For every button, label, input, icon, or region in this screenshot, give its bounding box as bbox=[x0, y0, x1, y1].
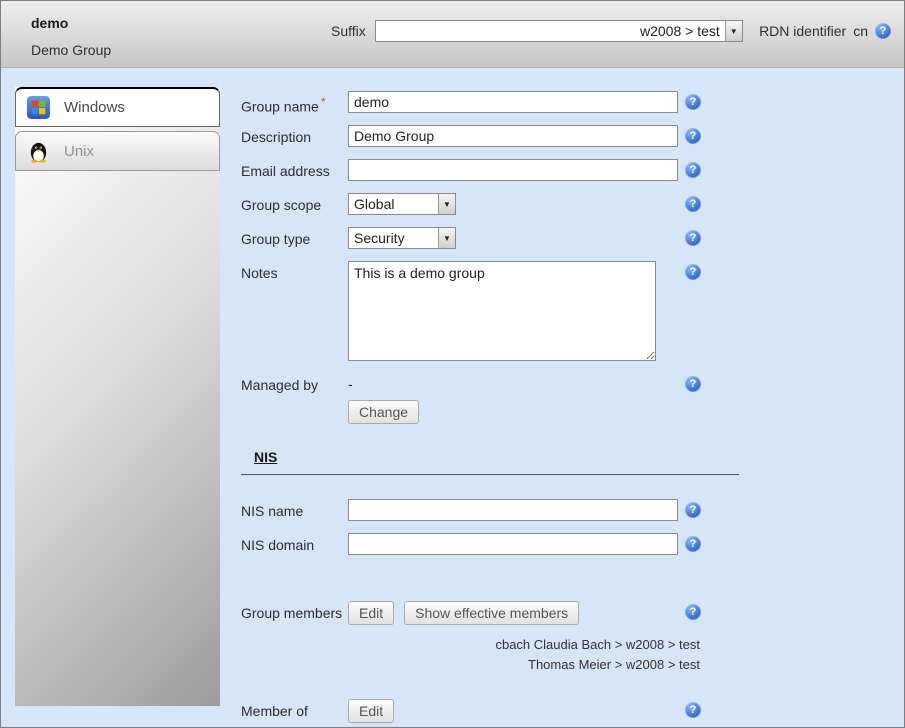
chevron-down-icon[interactable]: ▼ bbox=[438, 228, 455, 248]
member-of-row: Member of Edit ? bbox=[241, 699, 739, 723]
notes-label: Notes bbox=[241, 265, 278, 281]
group-type-help-icon[interactable]: ? bbox=[685, 230, 701, 246]
nis-domain-input[interactable] bbox=[348, 533, 678, 555]
chevron-down-icon[interactable]: ▼ bbox=[438, 194, 455, 214]
group-members-help-icon[interactable]: ? bbox=[685, 604, 701, 620]
group-scope-select[interactable]: Global ▼ bbox=[348, 193, 456, 215]
group-member-item: cbach Claudia Bach > w2008 > test bbox=[241, 635, 700, 655]
group-type-label: Group type bbox=[241, 231, 310, 247]
page-title: demo bbox=[31, 15, 68, 31]
email-help-icon[interactable]: ? bbox=[685, 162, 701, 178]
module-sidebar: Windows Unix bbox=[15, 87, 220, 706]
nis-section-heading: NIS bbox=[241, 449, 739, 475]
rdn-value: cn bbox=[853, 23, 868, 39]
group-name-help-icon[interactable]: ? bbox=[685, 94, 701, 110]
group-form: Group name* ? Description ? Email addres… bbox=[241, 91, 739, 728]
notes-help-icon[interactable]: ? bbox=[685, 264, 701, 280]
group-type-select[interactable]: Security ▼ bbox=[348, 227, 456, 249]
tab-unix-label: Unix bbox=[64, 143, 94, 160]
managed-by-value: - bbox=[348, 373, 739, 392]
group-members-list: cbach Claudia Bach > w2008 > test Thomas… bbox=[241, 635, 700, 675]
email-input[interactable] bbox=[348, 159, 678, 181]
group-member-item: Thomas Meier > w2008 > test bbox=[241, 655, 700, 675]
nis-name-input[interactable] bbox=[348, 499, 678, 521]
notes-row: Notes This is a demo group ? bbox=[241, 261, 739, 361]
group-type-row: Group type Security ▼ ? bbox=[241, 227, 739, 249]
nis-domain-label: NIS domain bbox=[241, 537, 314, 553]
rdn-group: RDN identifier cn ? bbox=[759, 23, 891, 39]
group-scope-row: Group scope Global ▼ ? bbox=[241, 193, 739, 215]
page-subtitle: Demo Group bbox=[31, 42, 111, 58]
managed-by-change-button[interactable]: Change bbox=[348, 400, 419, 424]
nis-section-title: NIS bbox=[254, 449, 277, 465]
rdn-help-icon[interactable]: ? bbox=[875, 23, 891, 39]
group-type-value: Security bbox=[349, 228, 438, 248]
chevron-down-icon[interactable]: ▼ bbox=[725, 21, 742, 41]
email-label: Email address bbox=[241, 163, 330, 179]
group-members-edit-button[interactable]: Edit bbox=[348, 601, 394, 625]
description-label: Description bbox=[241, 129, 311, 145]
description-input[interactable] bbox=[348, 125, 678, 147]
member-of-help-icon[interactable]: ? bbox=[685, 702, 701, 718]
member-of-edit-button[interactable]: Edit bbox=[348, 699, 394, 723]
windows-logo-icon bbox=[25, 95, 51, 121]
description-row: Description ? bbox=[241, 125, 739, 147]
notes-textarea[interactable]: This is a demo group bbox=[348, 261, 656, 361]
email-row: Email address ? bbox=[241, 159, 739, 181]
suffix-dropdown[interactable]: w2008 > test ▼ bbox=[375, 20, 743, 42]
required-marker: * bbox=[321, 95, 326, 109]
group-members-row: Group members Edit Show effective member… bbox=[241, 601, 739, 675]
member-of-label: Member of bbox=[241, 703, 308, 719]
managed-by-help-icon[interactable]: ? bbox=[685, 376, 701, 392]
group-name-row: Group name* ? bbox=[241, 91, 739, 113]
group-scope-value: Global bbox=[349, 194, 438, 214]
show-effective-members-button[interactable]: Show effective members bbox=[404, 601, 579, 625]
group-name-label: Group name* bbox=[241, 95, 326, 115]
tab-windows[interactable]: Windows bbox=[15, 87, 220, 127]
managed-by-row: Managed by - Change ? bbox=[241, 373, 739, 425]
group-members-label: Group members bbox=[241, 605, 342, 621]
description-help-icon[interactable]: ? bbox=[685, 128, 701, 144]
suffix-group: Suffix w2008 > test ▼ bbox=[331, 20, 743, 42]
group-edit-page: demo Demo Group Suffix w2008 > test ▼ RD… bbox=[0, 0, 905, 728]
tux-penguin-icon bbox=[25, 138, 51, 164]
tab-windows-label: Windows bbox=[64, 99, 125, 116]
group-name-input[interactable] bbox=[348, 91, 678, 113]
nis-domain-help-icon[interactable]: ? bbox=[685, 536, 701, 552]
group-scope-label: Group scope bbox=[241, 197, 321, 213]
header-bar: demo Demo Group Suffix w2008 > test ▼ RD… bbox=[1, 1, 904, 68]
suffix-dropdown-value: w2008 > test bbox=[376, 21, 725, 41]
nis-name-label: NIS name bbox=[241, 503, 303, 519]
nis-domain-row: NIS domain ? bbox=[241, 533, 739, 555]
nis-name-help-icon[interactable]: ? bbox=[685, 502, 701, 518]
suffix-label: Suffix bbox=[331, 23, 366, 39]
managed-by-label: Managed by bbox=[241, 377, 318, 393]
tab-unix[interactable]: Unix bbox=[15, 131, 220, 171]
nis-name-row: NIS name ? bbox=[241, 499, 739, 521]
rdn-label: RDN identifier bbox=[759, 23, 846, 39]
group-scope-help-icon[interactable]: ? bbox=[685, 196, 701, 212]
